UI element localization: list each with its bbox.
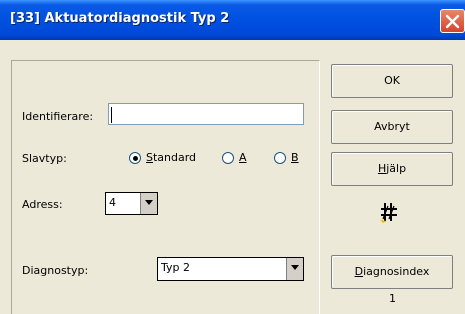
close-icon bbox=[445, 14, 460, 29]
identifier-label: Identifierare: bbox=[22, 110, 94, 123]
help-button[interactable]: Hjälp bbox=[331, 152, 453, 186]
diagnostyp-label: Diagnostyp: bbox=[22, 264, 89, 277]
radio-standard-label[interactable]: Standard bbox=[146, 151, 196, 164]
radio-b-label[interactable]: B bbox=[291, 151, 299, 164]
diagnosindex-mnemonic: D bbox=[354, 265, 364, 278]
radio-a-label[interactable]: A bbox=[239, 151, 247, 164]
dialog-window: [33] Aktuatordiagnostik Typ 2 Identifier… bbox=[0, 0, 465, 314]
diagnostyp-value: Typ 2 bbox=[161, 261, 190, 274]
diagnostyp-dropdown-arrow[interactable] bbox=[286, 258, 303, 280]
title-bar[interactable]: [33] Aktuatordiagnostik Typ 2 bbox=[0, 0, 465, 40]
cancel-button[interactable]: Avbryt bbox=[331, 110, 453, 144]
dialog-client-area: Identifierare: Slavtyp: Standard A B Adr… bbox=[0, 40, 465, 314]
diagnostyp-select[interactable]: Typ 2 bbox=[157, 257, 304, 281]
adress-value: 4 bbox=[109, 196, 116, 209]
slavtyp-label: Slavtyp: bbox=[22, 152, 67, 165]
diagnosindex-button[interactable]: Diagnosindex bbox=[331, 255, 453, 289]
diagnosindex-value: 1 bbox=[389, 292, 396, 305]
diagnosindex-rest: iagnosindex bbox=[363, 265, 430, 278]
identifier-input[interactable] bbox=[108, 103, 304, 125]
radio-b[interactable] bbox=[274, 152, 286, 164]
radio-standard-mnemonic: S bbox=[146, 151, 153, 164]
radio-a[interactable] bbox=[222, 152, 234, 164]
close-button[interactable] bbox=[440, 9, 465, 33]
radio-standard[interactable] bbox=[129, 152, 141, 164]
ok-button[interactable]: OK bbox=[331, 64, 453, 98]
adress-label: Adress: bbox=[22, 198, 63, 211]
settings-panel: Identifierare: Slavtyp: Standard A B Adr… bbox=[11, 60, 320, 314]
help-rest: jälp bbox=[386, 162, 407, 175]
radio-standard-rest: tandard bbox=[152, 151, 197, 164]
text-caret bbox=[111, 107, 112, 123]
adress-select[interactable]: 4 bbox=[105, 192, 158, 215]
diagnostics-tool-icon bbox=[379, 201, 405, 228]
window-title: [33] Aktuatordiagnostik Typ 2 bbox=[10, 11, 230, 26]
help-mnemonic: H bbox=[377, 162, 387, 175]
adress-dropdown-arrow[interactable] bbox=[140, 193, 157, 214]
